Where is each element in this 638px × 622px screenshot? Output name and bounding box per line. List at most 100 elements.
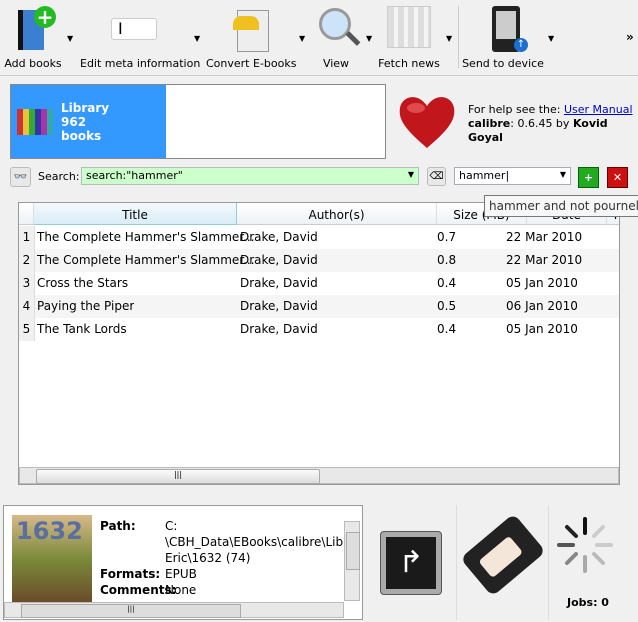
cell-date: 22 Mar 2010 — [506, 253, 583, 267]
table-row[interactable]: 5 The Tank Lords Drake, David 0.4 05 Jan 201… — [19, 318, 619, 341]
divider — [548, 505, 549, 620]
book-cover: 1632 — [12, 515, 92, 603]
binoculars-icon: 👓 — [13, 170, 28, 183]
search-input[interactable]: search:"hammer" ▼ — [81, 167, 419, 185]
view-label: View — [322, 57, 350, 70]
fetch-news-label: Fetch news — [378, 57, 440, 70]
convert-dropdown-icon[interactable]: ▼ — [299, 34, 305, 43]
add-books-button[interactable]: + Add books — [0, 0, 66, 72]
path-value: C: \CBH_Data\EBooks\calibre\Library Eric… — [165, 518, 345, 566]
tag-icon[interactable] — [460, 513, 546, 597]
library-unit: books — [61, 129, 102, 143]
row-number-header — [19, 203, 34, 225]
chevron-down-icon[interactable]: ▼ — [408, 170, 414, 179]
cover-title: 1632 — [16, 517, 83, 545]
cell-size: 0.8 — [437, 253, 457, 267]
path-line: \CBH_Data\EBooks\calibre\Library — [165, 535, 345, 549]
saved-search-input[interactable]: hammer| ▼ — [454, 167, 571, 185]
toolbar-separator — [458, 6, 459, 68]
chevron-down-icon[interactable]: ▼ — [560, 170, 566, 179]
send-to-device-button[interactable]: ↑ Send to device — [462, 0, 544, 72]
send-to-device-label: Send to device — [462, 57, 544, 70]
table-row[interactable]: 4 Paying the Piper Drake, David 0.5 06 Jan 2… — [19, 295, 619, 318]
cell-date: 06 Jan 2010 — [506, 299, 578, 313]
help-prefix: For help see the: — [468, 103, 564, 116]
clear-icon: ⌫ — [429, 171, 444, 182]
path-label: Path: — [100, 519, 136, 533]
view-dropdown-icon[interactable]: ▼ — [366, 34, 372, 43]
scrollbar-thumb[interactable]: ||| — [36, 469, 320, 484]
edit-metadata-button[interactable]: I Edit meta information — [80, 0, 200, 72]
fetch-news-button[interactable]: Fetch news — [376, 0, 442, 72]
cell-size: 0.4 — [437, 322, 457, 336]
heart-icon — [396, 90, 458, 152]
cell-author: Drake, David — [240, 253, 318, 267]
cell-size: 0.7 — [437, 230, 457, 244]
saved-search-value: hammer — [459, 169, 506, 182]
cell-n: 1 — [19, 226, 35, 249]
send-to-device-dropdown-icon[interactable]: ▼ — [548, 34, 554, 43]
table-row[interactable]: 3 Cross the Stars Drake, David 0.4 05 Jan 20… — [19, 272, 619, 295]
path-line: C: — [165, 519, 178, 533]
library-item[interactable]: Library 962 books — [11, 85, 166, 158]
scrollbar-thumb[interactable]: ||| — [21, 604, 241, 618]
cell-n: 2 — [19, 249, 35, 272]
jobs-button[interactable]: Jobs: 0 — [567, 596, 609, 609]
cell-author: Drake, David — [240, 276, 318, 290]
table-row[interactable]: 2 The Complete Hammer's Slammer... Drake, … — [19, 249, 619, 272]
details-horizontal-scrollbar[interactable]: ||| — [4, 602, 344, 618]
cell-date: 05 Jan 2010 — [506, 276, 578, 290]
save-search-button[interactable]: + — [578, 167, 599, 188]
shortcut-arrow-icon: ↱ — [386, 537, 436, 589]
search-value: search:"hammer" — [86, 169, 183, 182]
scrollbar-thumb[interactable] — [346, 532, 360, 570]
library-name: Library — [61, 101, 110, 115]
divider — [456, 505, 457, 620]
convert-button[interactable]: Convert E-books — [206, 0, 297, 72]
add-books-icon: + — [12, 6, 56, 52]
formats-label: Formats: — [100, 567, 161, 581]
ereader-icon: ↑ — [482, 6, 528, 52]
book-table[interactable]: Title Author(s) Size (MB) Date Ra 1The C… — [18, 202, 620, 485]
cell-size: 0.5 — [437, 299, 457, 313]
open-book-button[interactable]: ↱ — [380, 531, 442, 595]
delete-search-button[interactable]: ✕ — [607, 167, 628, 188]
user-manual-link[interactable]: User Manual — [564, 103, 633, 116]
newspaper-icon — [387, 6, 431, 48]
cell-author: Drake, David — [240, 299, 318, 313]
cell-author: Drake, David — [240, 230, 318, 244]
clear-search-button[interactable]: ⌫ — [427, 167, 446, 186]
details-vertical-scrollbar[interactable] — [344, 521, 360, 601]
column-header-authors[interactable]: Author(s) — [237, 203, 437, 225]
cell-date: 22 Mar 2010 — [506, 230, 583, 244]
edit-metadata-dropdown-icon[interactable]: ▼ — [194, 34, 200, 43]
book-details-panel: 1632 Path: C: \CBH_Data\EBooks\calibre\L… — [3, 505, 363, 620]
cell-author: Drake, David — [240, 322, 318, 336]
library-count: 962 — [61, 115, 87, 129]
add-books-dropdown-icon[interactable]: ▼ — [67, 34, 73, 43]
magnifier-icon — [315, 6, 361, 52]
horizontal-scrollbar[interactable]: ||| — [19, 467, 619, 484]
path-line: Eric\1632 (74) — [165, 551, 251, 565]
convert-label: Convert E-books — [206, 57, 297, 70]
edit-metadata-icon: I — [111, 18, 157, 40]
cell-date: 05 Jan 2010 — [506, 322, 578, 336]
cell-n: 3 — [19, 272, 35, 295]
fetch-news-dropdown-icon[interactable]: ▼ — [446, 34, 452, 43]
cell-title: The Tank Lords — [37, 322, 127, 336]
view-button[interactable]: View — [308, 0, 364, 72]
add-books-label: Add books — [4, 57, 62, 70]
app-name: calibre — [468, 117, 511, 130]
convert-icon — [229, 6, 271, 52]
formats-value: EPUB — [165, 567, 197, 581]
cell-title: The Complete Hammer's Slammer... — [37, 253, 255, 267]
toolbar-overflow-button[interactable]: » — [626, 30, 634, 44]
comments-value: None — [165, 583, 197, 597]
help-text: For help see the: User Manual calibre: 0… — [468, 103, 638, 145]
search-tooltip: hammer and not pournelle a — [484, 195, 638, 217]
table-row[interactable]: 1 The Complete Hammer's Slammer... Drake, … — [19, 226, 619, 249]
column-header-title[interactable]: Title — [34, 203, 237, 225]
library-view[interactable]: Library 962 books — [10, 84, 386, 159]
plus-icon: + — [583, 171, 594, 184]
advanced-search-button[interactable]: 👓 — [10, 167, 31, 187]
